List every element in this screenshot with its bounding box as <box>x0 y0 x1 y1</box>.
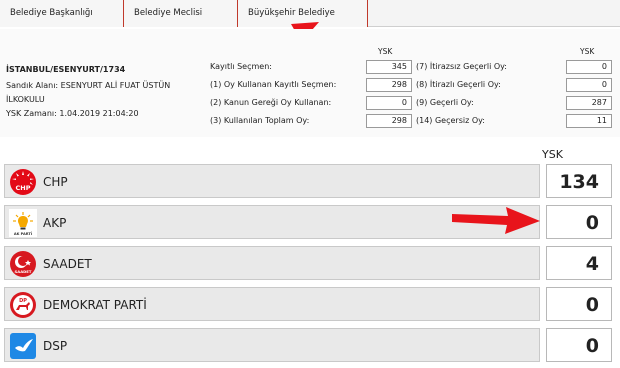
party-name-saadet: SAADET <box>43 257 92 271</box>
unobjected-valid-value: 0 <box>566 60 612 74</box>
party-votes-chp: 134 <box>546 164 612 198</box>
dp-horse-logo-icon: DP <box>10 292 36 318</box>
party-votes-dsp: 0 <box>546 328 612 362</box>
party-votes-akp: 0 <box>546 205 612 239</box>
party-name-dsp: DSP <box>43 339 68 353</box>
party-name-akp: AKP <box>43 216 67 230</box>
svg-text:CHP: CHP <box>16 184 31 192</box>
registered-voters-label: Kayıtlı Seçmen: <box>210 62 272 71</box>
location-title: İSTANBUL/ESENYURT/1734 <box>6 65 126 74</box>
party-name-dp: DEMOKRAT PARTİ <box>43 298 147 312</box>
tab-mayor-elections[interactable]: Belediye Başkanlığı Seçimleri <box>0 0 124 45</box>
party-row-chp: CHP CHP <box>4 164 540 198</box>
svg-text:DP: DP <box>19 298 27 304</box>
saadet-logo-icon: SAADET <box>10 251 36 277</box>
party-row-saadet: SAADET SAADET <box>4 246 540 280</box>
unobjected-valid-label: (7) İtirazsız Geçerli Oy: <box>416 62 507 71</box>
results-ysk-header: YSK <box>542 148 563 161</box>
ballot-area: Sandık Alanı: ESENYURT ALİ FUAT ÜSTÜN <box>6 81 171 90</box>
legal-voters-label: (2) Kanun Gereği Oy Kullanan: <box>210 98 332 107</box>
svg-text:AK PARTİ: AK PARTİ <box>14 231 32 236</box>
total-votes-value: 298 <box>366 114 412 128</box>
objected-valid-value: 0 <box>566 78 612 92</box>
valid-votes-label: (9) Geçerli Oy: <box>416 98 474 107</box>
party-name-chp: CHP <box>43 175 68 189</box>
party-votes-dp: 0 <box>546 287 612 321</box>
invalid-votes-label: (14) Geçersiz Oy: <box>416 116 485 125</box>
ysk-header-left: YSK <box>378 47 393 56</box>
voted-registered-label: (1) Oy Kullanan Kayıtlı Seçmen: <box>210 80 337 89</box>
invalid-votes-value: 11 <box>566 114 612 128</box>
ysk-header-right: YSK <box>580 47 595 56</box>
legal-voters-value: 0 <box>366 96 412 110</box>
total-votes-label: (3) Kullanılan Toplam Oy: <box>210 116 310 125</box>
annotation-arrow-akp-icon <box>452 207 540 234</box>
akp-lightbulb-logo-icon: AK PARTİ <box>9 209 37 237</box>
party-row-dp: DP DEMOKRAT PARTİ <box>4 287 540 321</box>
registered-voters-value: 345 <box>366 60 412 74</box>
party-row-dsp: DSP <box>4 328 540 362</box>
ballot-area-school: İLKOKULU <box>6 95 45 104</box>
tab-council-elections[interactable]: Belediye Meclisi Seçimleri <box>124 0 238 45</box>
party-votes-saadet: 4 <box>546 246 612 280</box>
voted-registered-value: 298 <box>366 78 412 92</box>
ysk-time: YSK Zamanı: 1.04.2019 21:04:20 <box>6 109 139 118</box>
valid-votes-value: 287 <box>566 96 612 110</box>
svg-text:SAADET: SAADET <box>15 269 32 274</box>
dsp-dove-logo-icon <box>10 333 36 359</box>
chp-logo-icon: CHP <box>10 169 36 195</box>
objected-valid-label: (8) İtirazlı Geçerli Oy: <box>416 80 501 89</box>
